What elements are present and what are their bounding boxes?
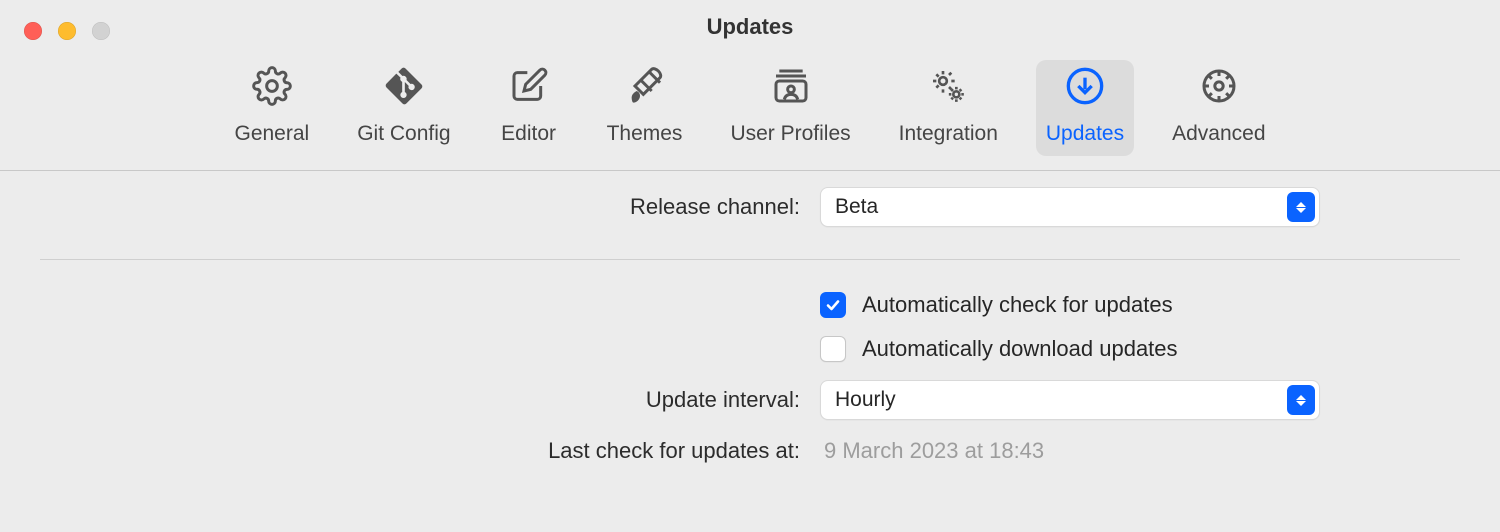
preferences-toolbar: General Git Config Editor Themes: [0, 54, 1500, 170]
compose-icon: [509, 66, 549, 112]
settings-content: Release channel: Beta Automatically chec…: [0, 171, 1500, 464]
tab-themes[interactable]: Themes: [597, 60, 693, 156]
update-interval-label: Update interval:: [0, 387, 800, 413]
checkbox-checked-icon: [820, 292, 846, 318]
git-icon: [384, 66, 424, 112]
auto-download-label: Automatically download updates: [862, 336, 1178, 362]
select-stepper-icon: [1287, 192, 1315, 222]
section-divider: [40, 259, 1460, 260]
paintbrush-icon: [625, 66, 665, 112]
tab-label: Themes: [607, 122, 683, 146]
auto-check-label: Automatically check for updates: [862, 292, 1173, 318]
tab-label: Updates: [1046, 122, 1124, 146]
advanced-gear-icon: [1199, 66, 1239, 112]
zoom-window-button[interactable]: [92, 22, 110, 40]
window-title: Updates: [0, 14, 1500, 40]
release-channel-label: Release channel:: [0, 194, 800, 220]
tab-label: Editor: [501, 122, 556, 146]
tab-integration[interactable]: Integration: [889, 60, 1008, 156]
update-interval-value: Hourly: [835, 388, 896, 412]
tab-advanced[interactable]: Advanced: [1162, 60, 1275, 156]
update-interval-select[interactable]: Hourly: [820, 380, 1320, 420]
tab-editor[interactable]: Editor: [489, 60, 569, 156]
tab-label: Integration: [899, 122, 998, 146]
select-stepper-icon: [1287, 385, 1315, 415]
gear-icon: [252, 66, 292, 112]
minimize-window-button[interactable]: [58, 22, 76, 40]
window-controls: [24, 22, 110, 40]
last-check-value: 9 March 2023 at 18:43: [820, 438, 1044, 464]
tab-general[interactable]: General: [224, 60, 319, 156]
tab-updates[interactable]: Updates: [1036, 60, 1134, 156]
close-window-button[interactable]: [24, 22, 42, 40]
auto-download-checkbox-row[interactable]: Automatically download updates: [820, 336, 1178, 362]
checkbox-unchecked-icon: [820, 336, 846, 362]
download-circle-icon: [1065, 66, 1105, 112]
auto-check-checkbox-row[interactable]: Automatically check for updates: [820, 292, 1173, 318]
profiles-icon: [771, 66, 811, 112]
gears-icon: [928, 66, 968, 112]
tab-label: General: [234, 122, 309, 146]
tab-user-profiles[interactable]: User Profiles: [720, 60, 860, 156]
titlebar: Updates: [0, 0, 1500, 54]
release-channel-select[interactable]: Beta: [820, 187, 1320, 227]
tab-label: Advanced: [1172, 122, 1265, 146]
tab-label: User Profiles: [730, 122, 850, 146]
tab-label: Git Config: [357, 122, 450, 146]
tab-git-config[interactable]: Git Config: [347, 60, 460, 156]
release-channel-value: Beta: [835, 195, 878, 219]
last-check-label: Last check for updates at:: [0, 438, 800, 464]
